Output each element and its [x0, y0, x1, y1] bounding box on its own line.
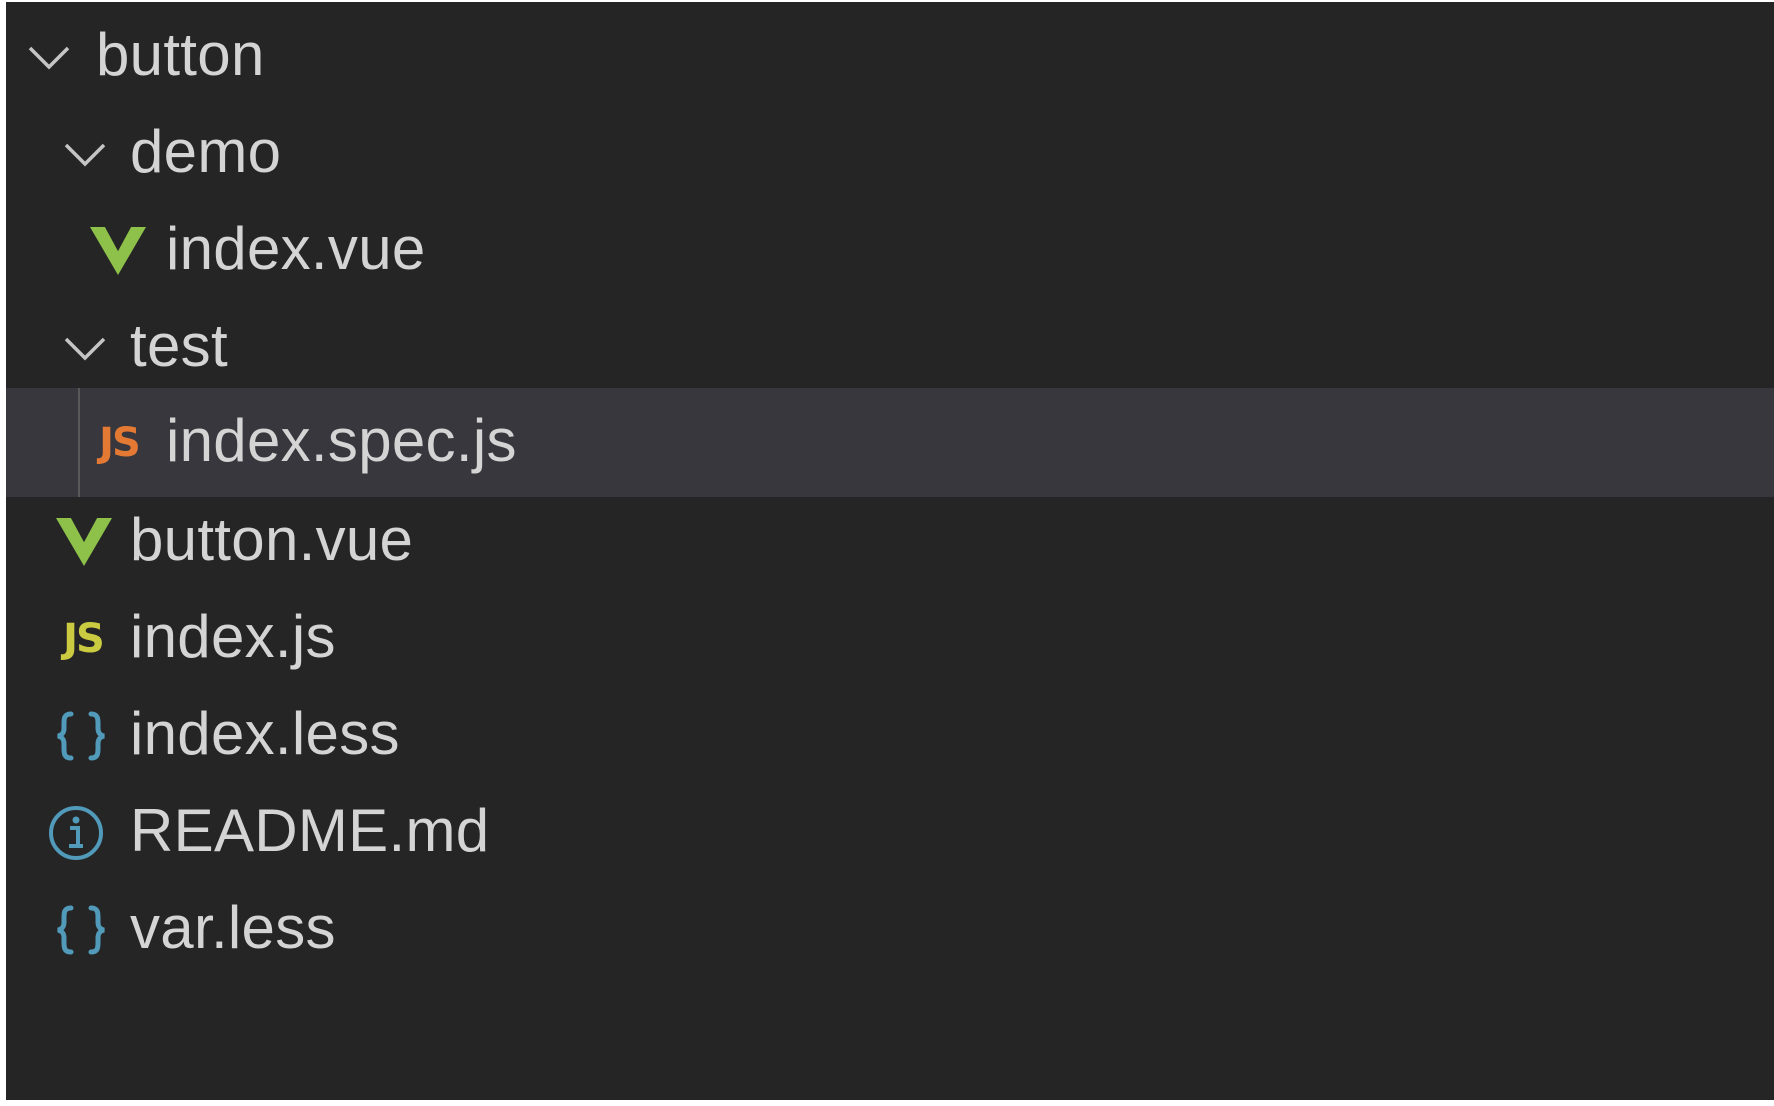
js-icon: JS — [63, 616, 105, 662]
tree-item-index-vue[interactable]: index.vue — [6, 196, 1774, 305]
tree-item-label: button.vue — [130, 506, 414, 573]
vue-icon — [88, 221, 148, 281]
file-explorer-tree: button demo index.vue test JS index.spec… — [6, 2, 1774, 1100]
chevron-down-icon[interactable] — [60, 323, 110, 373]
less-braces-icon — [46, 706, 116, 766]
indent-guide — [78, 388, 80, 497]
tree-item-label: index.spec.js — [166, 407, 517, 474]
js-test-icon: JS — [99, 420, 141, 466]
info-icon — [46, 803, 106, 863]
tree-item-button-vue[interactable]: button.vue — [6, 487, 1774, 596]
tree-item-label: index.js — [130, 603, 336, 670]
tree-item-label: test — [130, 312, 228, 379]
tree-item-index-spec-js[interactable]: JS index.spec.js — [6, 388, 1774, 497]
tree-item-label: demo — [130, 118, 282, 185]
tree-item-label: index.vue — [166, 215, 426, 282]
tree-item-readme-md[interactable]: README.md — [6, 778, 1774, 887]
chevron-down-icon[interactable] — [24, 32, 74, 82]
tree-item-test-folder[interactable]: test — [6, 293, 1774, 402]
vue-icon — [54, 512, 114, 572]
tree-item-button-folder[interactable]: button — [6, 2, 1774, 111]
tree-item-label: index.less — [130, 700, 400, 767]
tree-item-label: var.less — [130, 894, 336, 961]
tree-item-label: README.md — [130, 797, 490, 864]
chevron-down-icon[interactable] — [60, 129, 110, 179]
tree-item-index-js[interactable]: JS index.js — [6, 584, 1774, 693]
tree-item-label: button — [96, 21, 265, 88]
tree-item-var-less[interactable]: var.less — [6, 875, 1774, 984]
less-braces-icon — [46, 900, 116, 960]
tree-item-demo-folder[interactable]: demo — [6, 99, 1774, 208]
tree-item-index-less[interactable]: index.less — [6, 681, 1774, 790]
